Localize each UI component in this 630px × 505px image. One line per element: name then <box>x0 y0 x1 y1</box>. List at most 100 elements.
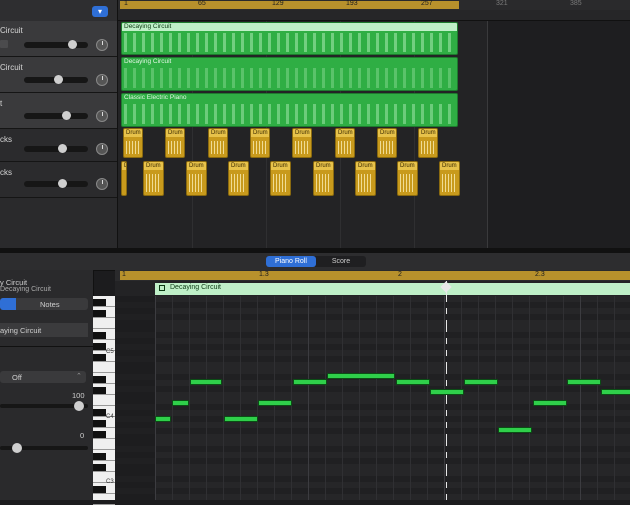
audio-region[interactable]: Drum <box>377 128 397 158</box>
waveform <box>421 141 435 154</box>
midi-note[interactable] <box>258 400 292 406</box>
editor-cycle-region[interactable] <box>120 271 630 280</box>
audio-region[interactable]: Drum <box>143 161 164 196</box>
strength-slider[interactable] <box>0 401 88 411</box>
tab-piano-roll[interactable]: Piano Roll <box>266 256 316 267</box>
volume-knob[interactable] <box>62 111 71 120</box>
pan-knob[interactable] <box>96 74 108 86</box>
pan-knob[interactable] <box>96 110 108 122</box>
volume-knob[interactable] <box>58 179 67 188</box>
black-key[interactable] <box>93 431 106 438</box>
midi-note[interactable] <box>327 373 395 379</box>
chevron-down-icon: ▾ <box>97 7 102 16</box>
volume-slider[interactable] <box>24 75 88 84</box>
black-key[interactable] <box>93 332 106 339</box>
black-key[interactable] <box>93 343 106 350</box>
white-key[interactable] <box>93 439 115 450</box>
track-header-5[interactable]: cks <box>0 162 117 198</box>
black-key[interactable] <box>93 387 106 394</box>
region-label: Drum <box>251 129 269 137</box>
midi-region[interactable]: Decaying Circuit <box>121 22 458 55</box>
inspector-tab-region[interactable] <box>0 298 16 310</box>
volume-knob[interactable] <box>54 75 63 84</box>
midi-note[interactable] <box>224 416 258 422</box>
white-key[interactable] <box>93 395 115 406</box>
black-key[interactable] <box>93 299 106 306</box>
cycle-region[interactable] <box>120 1 459 9</box>
black-key[interactable] <box>93 453 106 460</box>
region-label: Decaying Circuit <box>122 23 457 31</box>
audio-region[interactable]: Drum <box>335 128 355 158</box>
audio-region[interactable]: Drum <box>228 161 249 196</box>
waveform <box>231 174 246 192</box>
volume-slider[interactable] <box>24 40 88 49</box>
audio-region[interactable]: Drum <box>165 128 185 158</box>
arrange-empty-area[interactable] <box>487 21 630 248</box>
region-label: Drum <box>209 129 227 137</box>
editor-ruler-mark: 1 <box>122 271 126 278</box>
pan-knob[interactable] <box>96 39 108 51</box>
midi-note[interactable] <box>464 379 498 385</box>
volume-knob[interactable] <box>68 40 77 49</box>
black-key[interactable] <box>93 409 106 416</box>
volume-slider[interactable] <box>24 179 88 188</box>
marker-lane[interactable] <box>118 10 630 21</box>
midi-note[interactable] <box>172 400 189 406</box>
black-key[interactable] <box>93 354 106 361</box>
volume-knob[interactable] <box>58 144 67 153</box>
strength-knob[interactable] <box>74 401 84 411</box>
black-key[interactable] <box>93 420 106 427</box>
audio-region[interactable]: Drum <box>250 128 270 158</box>
midi-note[interactable] <box>190 379 222 385</box>
audio-region[interactable]: Drum <box>397 161 418 196</box>
swing-slider[interactable] <box>0 443 88 453</box>
audio-region[interactable]: Drum <box>270 161 291 196</box>
volume-slider[interactable] <box>24 111 88 120</box>
midi-note[interactable] <box>293 379 327 385</box>
pan-knob[interactable] <box>96 143 108 155</box>
audio-region[interactable]: Drum <box>418 128 438 158</box>
add-track-button[interactable]: ▾ <box>92 6 108 17</box>
audio-region[interactable]: Drum <box>439 161 460 196</box>
midi-region[interactable]: Decaying Circuit <box>121 57 458 91</box>
black-key-row <box>115 488 630 494</box>
audio-region[interactable]: Drum <box>123 128 143 158</box>
midi-region[interactable]: Classic Electric Piano <box>121 93 458 127</box>
black-key[interactable] <box>93 310 106 317</box>
track-header-2[interactable]: Circuit <box>0 57 117 93</box>
black-key[interactable] <box>93 376 106 383</box>
midi-note[interactable] <box>155 416 171 422</box>
audio-region[interactable]: Drum <box>186 161 207 196</box>
tab-score[interactable]: Score <box>316 256 366 267</box>
white-key[interactable] <box>93 318 115 329</box>
region-label: Drum <box>166 129 184 137</box>
midi-note[interactable] <box>533 400 567 406</box>
audio-region[interactable]: Drum <box>292 128 312 158</box>
white-key[interactable] <box>93 362 115 373</box>
inspector-subtitle: Decaying Circuit <box>0 286 51 293</box>
track-header-3[interactable]: t <box>0 93 117 129</box>
ruler-mark: 1 <box>124 0 128 7</box>
midi-note[interactable] <box>430 389 464 395</box>
black-key[interactable] <box>93 486 106 493</box>
track-name: t <box>0 99 3 108</box>
track-mute-icon[interactable] <box>0 40 8 48</box>
midi-note[interactable] <box>601 389 630 395</box>
audio-region[interactable]: Drum <box>355 161 376 196</box>
midi-note[interactable] <box>498 427 532 433</box>
track-header-1[interactable]: Circuit <box>0 21 117 57</box>
grid-line <box>376 296 377 500</box>
audio-region[interactable]: Drum <box>313 161 334 196</box>
black-key[interactable] <box>93 464 106 471</box>
pan-knob[interactable] <box>96 178 108 190</box>
inspector-tab-notes[interactable]: Notes <box>40 300 60 309</box>
track-header-4[interactable]: cks <box>0 129 117 162</box>
midi-note[interactable] <box>396 379 430 385</box>
audio-region[interactable]: Drum <box>208 128 228 158</box>
volume-slider[interactable] <box>24 144 88 153</box>
audio-region[interactable]: Drum <box>121 161 127 196</box>
swing-knob[interactable] <box>12 443 22 453</box>
midi-note[interactable] <box>567 379 601 385</box>
piano-roll-grid[interactable] <box>115 296 630 500</box>
editor-region-header[interactable] <box>155 283 630 295</box>
